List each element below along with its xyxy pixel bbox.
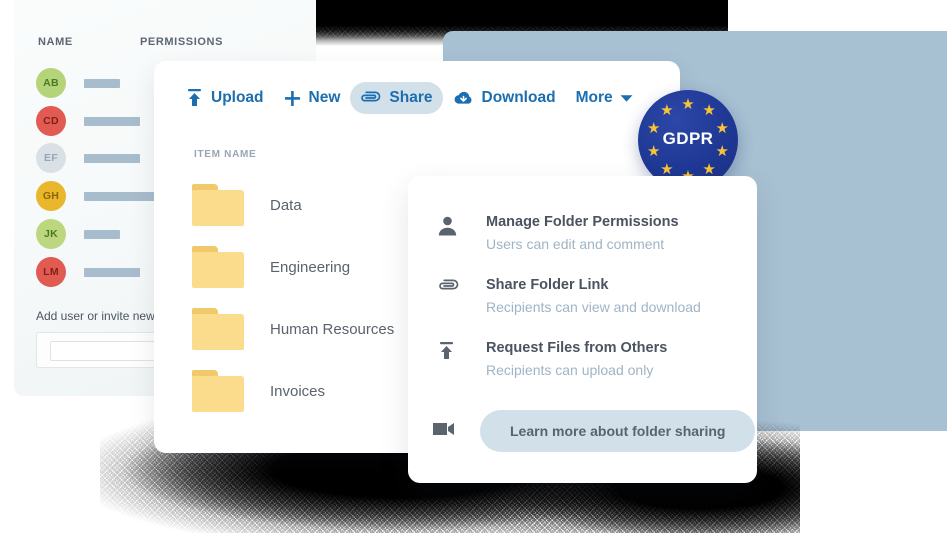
star-icon: ★ [681,95,695,113]
avatar: EF [36,143,66,173]
folder-name: Engineering [270,258,351,276]
toolbar-button-label: Share [389,89,433,106]
toolbar-button-more[interactable]: More [566,82,643,114]
permission-bar [84,229,120,239]
toolbar-button-download[interactable]: Download [443,82,566,114]
paperclip-icon [360,91,381,106]
plus-icon [284,90,301,107]
folder-row[interactable]: Invoices [192,370,325,412]
folder-name: Data [270,196,302,214]
share-option-row[interactable]: Share Folder Link Recipients can view and… [438,275,701,317]
learn-more-row: Learn more about folder sharing [432,410,756,452]
share-option-title: Request Files from Others [486,340,668,356]
person-icon [438,212,468,236]
toolbar-button-label: Download [481,89,556,106]
share-option-subtitle: Users can edit and comment [486,236,665,252]
upload-icon [438,338,468,360]
folder-row[interactable]: Data [192,184,302,226]
folder-row[interactable]: Human Resources [192,308,394,350]
user-row[interactable]: LM [36,257,140,287]
gdpr-badge: ★★★★★★★★★★ GDPR [638,90,738,190]
star-icon: ★ [660,160,674,178]
screenshot-stage: NAME PERMISSIONS AB CD EF GH JK LM Add user o… [0,0,947,533]
share-option-subtitle: Recipients can upload only [486,362,654,378]
permission-bar [84,267,140,277]
user-row[interactable]: GH [36,181,168,211]
user-row[interactable]: JK [36,219,120,249]
toolbar-button-new[interactable]: New [274,82,351,114]
toolbar-button-label: More [575,89,613,106]
share-option-title: Share Folder Link [486,277,609,293]
star-icon: ★ [702,160,716,178]
item-name-column-header: ITEM NAME [194,149,257,160]
folder-icon [192,246,244,288]
share-option-title: Manage Folder Permissions [486,214,679,230]
files-toolbar: Upload New Share Download More [154,61,680,135]
folder-row[interactable]: Engineering [192,246,350,288]
folder-icon [192,184,244,226]
chevron-down-icon [620,94,633,103]
gdpr-label: GDPR [662,129,714,148]
folder-icon [192,308,244,350]
share-option-row[interactable]: Manage Folder Permissions Users can edit … [438,212,679,254]
toolbar-button-label: New [308,89,341,106]
user-row[interactable]: EF [36,143,140,173]
upload-icon [186,89,203,107]
user-row[interactable]: AB [36,68,120,98]
avatar: GH [36,181,66,211]
toolbar-button-share[interactable]: Share [350,82,443,114]
permission-bar [84,78,120,88]
folder-name: Invoices [270,382,326,400]
folder-name: Human Resources [270,320,395,338]
permission-bar [84,153,140,163]
share-option-row[interactable]: Request Files from Others Recipients can … [438,338,667,380]
share-option-text: Request Files from Others Recipients can … [486,338,667,380]
user-row[interactable]: CD [36,106,140,136]
paperclip-icon [438,275,468,294]
learn-more-button[interactable]: Learn more about folder sharing [480,410,756,452]
share-option-text: Share Folder Link Recipients can view and… [486,275,701,317]
toolbar-button-upload[interactable]: Upload [176,82,274,114]
permission-bar [84,116,140,126]
video-camera-icon [432,420,458,443]
avatar: LM [36,257,66,287]
toolbar-button-label: Upload [211,89,264,106]
share-option-subtitle: Recipients can view and download [486,299,701,315]
avatar: AB [36,68,66,98]
cloud-download-icon [453,90,474,107]
star-icon: ★ [660,102,674,120]
column-header-permissions: PERMISSIONS [140,36,224,48]
star-icon: ★ [702,102,716,120]
share-option-text: Manage Folder Permissions Users can edit … [486,212,679,254]
avatar: CD [36,106,66,136]
avatar: JK [36,219,66,249]
column-header-name: NAME [38,36,73,48]
folder-icon [192,370,244,412]
